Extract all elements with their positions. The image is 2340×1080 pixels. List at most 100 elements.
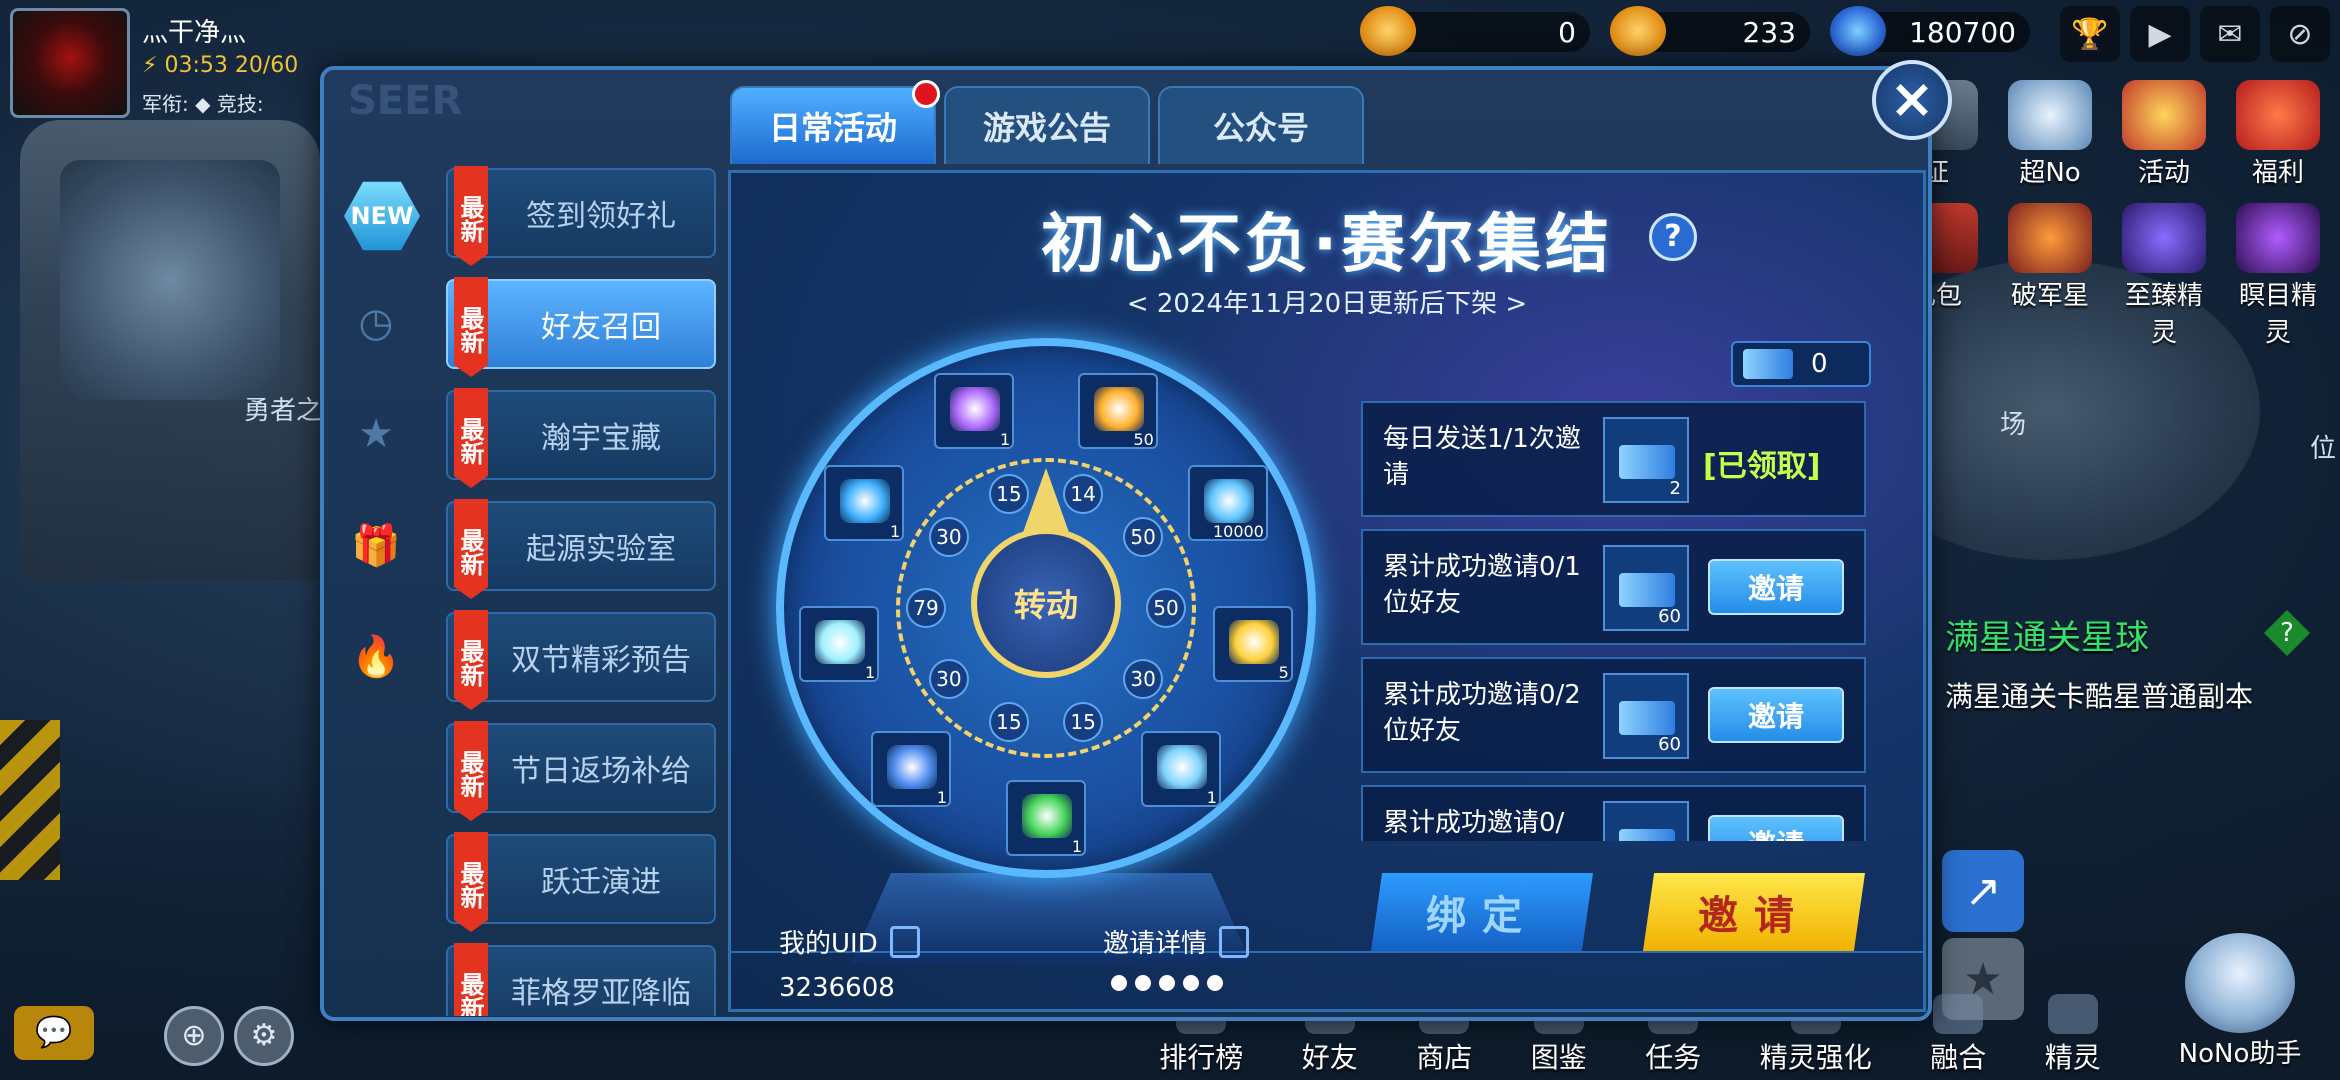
currency-saucer[interactable]: 180700 xyxy=(1830,4,2030,60)
bg-right-text-a: 场 xyxy=(2000,410,2027,440)
energy-value: 20/60 xyxy=(234,53,299,78)
currency-gold[interactable]: 0 xyxy=(1360,4,1590,60)
prize-item-icon xyxy=(887,744,937,789)
tab-daily-activity[interactable]: 日常活动 xyxy=(730,80,940,164)
energy-timer: 03:53 xyxy=(164,53,228,78)
settings-gear-icon[interactable]: ⚙ xyxy=(234,1006,294,1066)
activity-star-icon xyxy=(2122,80,2206,150)
activity-menu: NEW 签到领好礼 最新 ◷ 好友召回 最新 ★ 瀚宇宝藏 最新 🎁 起源实验室… xyxy=(328,166,718,1016)
menu-item-treasure[interactable]: ★ 瀚宇宝藏 最新 xyxy=(328,388,718,488)
visibility-off-icon[interactable]: ⊘ xyxy=(2270,6,2330,62)
bind-button[interactable]: 绑定 xyxy=(1371,873,1593,951)
new-tag: 最新 xyxy=(454,166,488,266)
player-avatar[interactable] xyxy=(10,8,130,118)
prize-item-icon xyxy=(1093,386,1144,431)
nono-assistant[interactable]: NoNo助手 xyxy=(2170,933,2310,1070)
ticket-counter: 0 xyxy=(1731,341,1871,387)
uid-label-row: 我的UID xyxy=(779,923,920,960)
elite-spirit-icon xyxy=(2122,203,2206,273)
nono-robot-icon xyxy=(2185,933,2295,1033)
wheel-number-chip: 15 xyxy=(988,473,1029,514)
document-icon xyxy=(1219,925,1250,958)
gift-icon: 🎁 xyxy=(351,522,401,569)
claimed-status: [已领取] xyxy=(1703,449,1821,484)
shortcut-super-no[interactable]: 超No xyxy=(2008,80,2092,189)
arena-label: 竞技: xyxy=(216,92,264,116)
prize-slot: 5 xyxy=(1212,606,1293,683)
nav-fusion[interactable]: 融合 xyxy=(1930,994,1986,1076)
shortcut-elite-spirit[interactable]: 至臻精灵 xyxy=(2122,203,2206,349)
prize-wheel: 15 14 50 50 30 15 15 30 79 30 1 50 10000 5 1 1 1 1 1 转动 xyxy=(776,338,1316,878)
invite-button[interactable]: 邀请 xyxy=(1708,687,1844,743)
rank-label: 军衔: xyxy=(142,92,189,116)
task-row: 累计成功邀请0/2位好友 60 邀请 xyxy=(1361,657,1866,773)
nav-spirits[interactable]: 精灵 xyxy=(2045,994,2101,1076)
copy-icon[interactable] xyxy=(889,925,920,958)
menu-item-figueroa[interactable]: 菲格罗亚降临 最新 xyxy=(328,943,718,1016)
event-help-icon[interactable]: ? xyxy=(1649,213,1697,261)
page-dot[interactable] xyxy=(1183,975,1199,991)
menu-item-signin[interactable]: NEW 签到领好礼 最新 xyxy=(328,166,718,266)
background-machine xyxy=(20,120,320,580)
page-dot[interactable] xyxy=(1207,975,1223,991)
wheel-number-chip: 79 xyxy=(906,588,946,628)
new-tag: 最新 xyxy=(454,388,488,488)
menu-item-origin-lab[interactable]: 🎁 起源实验室 最新 xyxy=(328,499,718,599)
prize-item-icon xyxy=(815,620,866,665)
ticket-icon xyxy=(1619,701,1675,735)
wheel-number-chip: 30 xyxy=(1123,658,1164,699)
page-dot[interactable] xyxy=(1159,975,1175,991)
crosshair-icon[interactable]: ⊕ xyxy=(164,1006,224,1066)
wheel-number-chip: 30 xyxy=(928,658,969,699)
invite-detail-row[interactable]: 邀请详情 xyxy=(1103,923,1250,960)
spin-button[interactable]: 转动 xyxy=(971,528,1121,678)
shortcut-mingmu-spirit[interactable]: 瞑目精灵 xyxy=(2236,203,2320,349)
prize-slot: 1 xyxy=(871,730,951,807)
menu-item-festival-supply[interactable]: 节日返场补给 最新 xyxy=(328,721,718,821)
share-icon[interactable]: ↗ xyxy=(1942,850,2024,932)
task-row: 累计成功邀请0/ 邀请 xyxy=(1361,785,1866,841)
trophy-icon[interactable]: 🏆 xyxy=(2060,6,2120,62)
prize-slot: 1 xyxy=(799,606,880,683)
gift-box-icon xyxy=(2236,80,2320,150)
wheel-number-chip: 14 xyxy=(1063,473,1104,514)
tab-official-account[interactable]: 公众号 xyxy=(1158,86,1364,164)
invite-task-list[interactable]: 每日发送1/1次邀请 2 [已领取] 累计成功邀请0/1位好友 60 邀请 累计… xyxy=(1361,401,1866,841)
menu-item-transition[interactable]: 跃迁演进 最新 xyxy=(328,832,718,932)
player-profile[interactable]: 灬干净灬 ⚡ 03:53 20/60 军衔: ◆ 竞技: xyxy=(10,8,298,118)
mail-icon[interactable]: ✉ xyxy=(2200,6,2260,62)
close-icon[interactable]: × xyxy=(1872,60,1952,140)
prize-item-icon xyxy=(950,386,1001,431)
menu-item-friend-recall[interactable]: ◷ 好友召回 最新 xyxy=(328,277,718,377)
mission-tracker[interactable]: 满星通关星球 ? 满星通关卡酷星普通副本 xyxy=(1945,610,2340,715)
star-icon: ★ xyxy=(358,411,394,457)
play-icon[interactable]: ▶ xyxy=(2130,6,2190,62)
saucer-icon xyxy=(1830,6,1886,56)
new-tag: 最新 xyxy=(454,499,488,599)
menu-item-festival-preview[interactable]: 🔥 双节精彩预告 最新 xyxy=(328,610,718,710)
currency-star[interactable]: 233 xyxy=(1610,4,1810,60)
page-dot[interactable] xyxy=(1111,975,1127,991)
page-dot[interactable] xyxy=(1135,975,1151,991)
event-date[interactable]: < 2024年11月20日更新后下架 > xyxy=(731,283,1923,320)
modal-logo: SEER xyxy=(348,78,463,124)
invite-button[interactable]: 邀请 xyxy=(1708,559,1844,615)
ticket-icon xyxy=(1619,829,1675,841)
ticket-icon xyxy=(1619,445,1675,479)
side-shortcut-grid: 证 超No 活动 福利 礼包 破军星 至臻精灵 瞑目精灵 xyxy=(1894,80,2340,363)
uid-value: 3236608 xyxy=(779,973,895,1003)
ticket-icon xyxy=(1619,573,1675,607)
shortcut-welfare[interactable]: 福利 xyxy=(2236,80,2320,189)
invite-button[interactable]: 邀请 xyxy=(1708,815,1844,841)
invite-main-button[interactable]: 邀请 xyxy=(1643,873,1865,951)
chat-icon[interactable]: 💬 xyxy=(14,1006,94,1060)
tab-game-announcement[interactable]: 游戏公告 xyxy=(944,86,1150,164)
shortcut-pojunxing[interactable]: 破军星 xyxy=(2008,203,2092,349)
bg-right-text-b: 位 xyxy=(2310,434,2337,464)
energy-display: ⚡ 03:53 20/60 xyxy=(142,53,298,78)
prize-qty: 1 xyxy=(1206,787,1217,807)
shortcut-activity[interactable]: 活动 xyxy=(2122,80,2206,189)
hazard-stripe xyxy=(0,720,60,880)
modal-tabs: 日常活动 游戏公告 公众号 xyxy=(730,80,1364,164)
pojunxing-icon xyxy=(2008,203,2092,273)
